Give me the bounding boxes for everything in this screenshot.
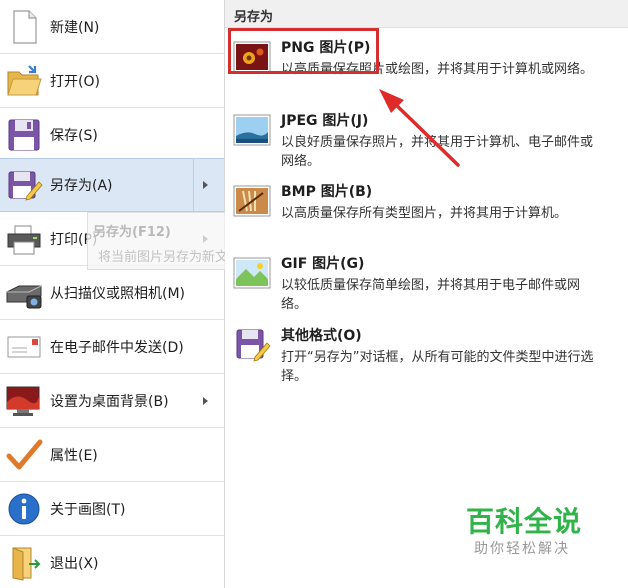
- submenu-arrow-icon[interactable]: [203, 397, 208, 405]
- menu-item-save[interactable]: 保存(S): [0, 108, 224, 162]
- menu-item-about[interactable]: 关于画图(T): [0, 482, 224, 536]
- menu-item-desktop-background[interactable]: 设置为桌面背景(B): [0, 374, 224, 428]
- checkmark-icon: [6, 439, 43, 470]
- format-description: 打开“另存为”对话框，从所有可能的文件类型中进行选择。: [281, 350, 594, 384]
- submenu-header: 另存为: [225, 0, 628, 28]
- format-title: JPEG 图片(J): [281, 113, 369, 129]
- format-title: GIF 图片(G): [281, 256, 365, 272]
- split-divider: [193, 159, 194, 211]
- watermark: 百科全说 助你轻松解决: [448, 486, 604, 564]
- bmp-image-icon: [233, 185, 271, 217]
- menu-item-label: 从扫描仪或照相机(M): [50, 286, 186, 302]
- menu-item-scanner[interactable]: 从扫描仪或照相机(M): [0, 266, 224, 320]
- save-disk-icon: [8, 119, 40, 151]
- menu-item-label: 打开(O): [50, 74, 100, 90]
- menu-item-label: 在电子邮件中发送(D): [50, 340, 184, 356]
- scanner-icon: [6, 285, 42, 309]
- format-title: BMP 图片(B): [281, 184, 373, 200]
- menu-item-label: 属性(E): [50, 448, 98, 464]
- file-menu: 新建(N) 打开(O) 保存(S) 另存为(A) 打印(P) 从扫描仪或照相机(…: [0, 0, 224, 588]
- printer-icon: [7, 225, 41, 255]
- format-description: 以良好质量保存照片，并将其用于计算机、电子邮件或网络。: [281, 135, 594, 169]
- png-highlight-box: [228, 28, 379, 74]
- watermark-title: 百科全说: [466, 505, 583, 538]
- info-icon: [8, 493, 40, 525]
- format-gif[interactable]: GIF 图片(G) 以较低质量保存简单绘图，并将其用于电子邮件或网络。: [225, 253, 628, 319]
- menu-item-properties[interactable]: 属性(E): [0, 428, 224, 482]
- exit-icon: [12, 547, 41, 581]
- format-description: 以较低质量保存简单绘图，并将其用于电子邮件或网络。: [281, 278, 581, 312]
- submenu-header-title: 另存为: [234, 10, 274, 25]
- format-bmp[interactable]: BMP 图片(B) 以高质量保存所有类型图片，并将其用于计算机。: [225, 181, 628, 247]
- menu-item-label: 关于画图(T): [50, 502, 126, 518]
- menu-item-label: 设置为桌面背景(B): [50, 394, 169, 410]
- jpeg-image-icon: [233, 114, 271, 146]
- save-as-icon: [8, 171, 43, 201]
- watermark-subtitle: 助你轻松解决: [474, 541, 570, 557]
- gif-image-icon: [233, 257, 271, 289]
- menu-item-label: 新建(N): [50, 20, 100, 36]
- menu-item-open[interactable]: 打开(O): [0, 54, 224, 108]
- menu-item-new[interactable]: 新建(N): [0, 0, 224, 54]
- format-jpeg[interactable]: JPEG 图片(J) 以良好质量保存照片，并将其用于计算机、电子邮件或网络。: [225, 110, 628, 176]
- email-icon: [7, 336, 41, 358]
- format-other[interactable]: 其他格式(O) 打开“另存为”对话框，从所有可能的文件类型中进行选择。: [225, 325, 628, 391]
- menu-item-save-as[interactable]: 另存为(A): [0, 158, 224, 212]
- desktop-background-icon: [6, 386, 40, 416]
- menu-item-label: 另存为(A): [50, 178, 113, 194]
- menu-item-label: 退出(X): [50, 556, 99, 572]
- submenu-arrow-icon[interactable]: [203, 181, 208, 189]
- format-description: 以高质量保存所有类型图片，并将其用于计算机。: [281, 206, 568, 221]
- tooltip-title: 另存为(F12): [93, 225, 171, 240]
- menu-item-exit[interactable]: 退出(X): [0, 536, 224, 588]
- menu-item-email[interactable]: 在电子邮件中发送(D): [0, 320, 224, 374]
- new-file-icon: [13, 10, 37, 44]
- menu-item-label: 保存(S): [50, 128, 98, 144]
- other-formats-icon: [236, 329, 271, 362]
- format-title: 其他格式(O): [281, 328, 362, 344]
- open-folder-icon: [7, 65, 42, 96]
